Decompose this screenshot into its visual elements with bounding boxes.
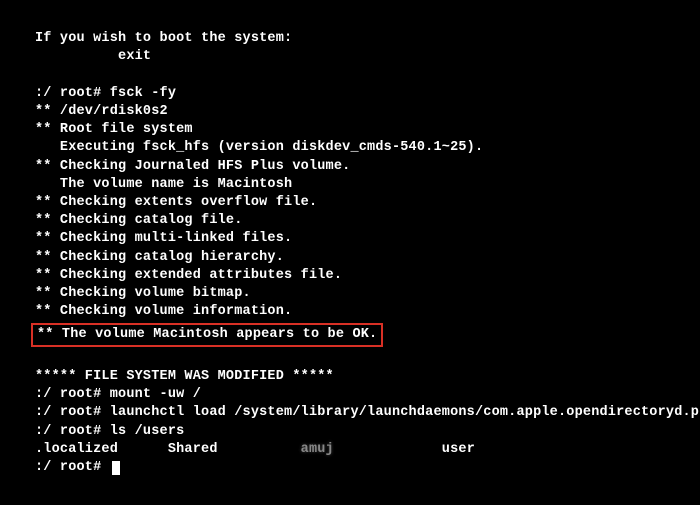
ls-localized: .localized xyxy=(35,442,118,457)
boot-hint-line-2: exit xyxy=(35,48,665,66)
output-check-bitmap: ** Checking volume bitmap. xyxy=(35,285,665,303)
output-fs-modified: ***** FILE SYSTEM WAS MODIFIED ***** xyxy=(35,368,665,386)
prompt-current[interactable]: :/ root# xyxy=(35,459,665,477)
output-check-attrs: ** Checking extended attributes file. xyxy=(35,267,665,285)
ls-output-row: .localized Shared amuj user xyxy=(35,441,665,459)
output-check-info: ** Checking volume information. xyxy=(35,303,665,321)
cursor-icon xyxy=(112,461,120,475)
command-mount: :/ root# mount -uw / xyxy=(35,386,665,404)
command-ls: :/ root# ls /users xyxy=(35,423,665,441)
prompt-text: :/ root# xyxy=(35,460,110,475)
output-root-fs: ** Root file system xyxy=(35,121,665,139)
output-volume-name: The volume name is Macintosh xyxy=(35,176,665,194)
output-check-journal: ** Checking Journaled HFS Plus volume. xyxy=(35,158,665,176)
output-check-extents: ** Checking extents overflow file. xyxy=(35,194,665,212)
output-dev: ** /dev/rdisk0s2 xyxy=(35,103,665,121)
command-fsck: :/ root# fsck -fy xyxy=(35,85,665,103)
blank-line xyxy=(35,350,665,368)
output-check-multi: ** Checking multi-linked files. xyxy=(35,230,665,248)
output-check-catalog: ** Checking catalog file. xyxy=(35,212,665,230)
output-volume-ok: ** The volume Macintosh appears to be OK… xyxy=(37,327,377,342)
boot-hint-line-1: If you wish to boot the system: xyxy=(35,30,665,48)
highlight-annotation: ** The volume Macintosh appears to be OK… xyxy=(35,322,665,350)
output-check-hierarchy: ** Checking catalog hierarchy. xyxy=(35,249,665,267)
command-launchctl: :/ root# launchctl load /system/library/… xyxy=(35,404,665,422)
ls-shared: Shared xyxy=(168,442,218,457)
blank-line xyxy=(35,66,665,84)
ls-blurred-item: amuj xyxy=(301,442,334,457)
output-executing: Executing fsck_hfs (version diskdev_cmds… xyxy=(35,139,665,157)
ls-user: user xyxy=(442,442,475,457)
terminal-output: If you wish to boot the system: exit :/ … xyxy=(35,30,665,477)
